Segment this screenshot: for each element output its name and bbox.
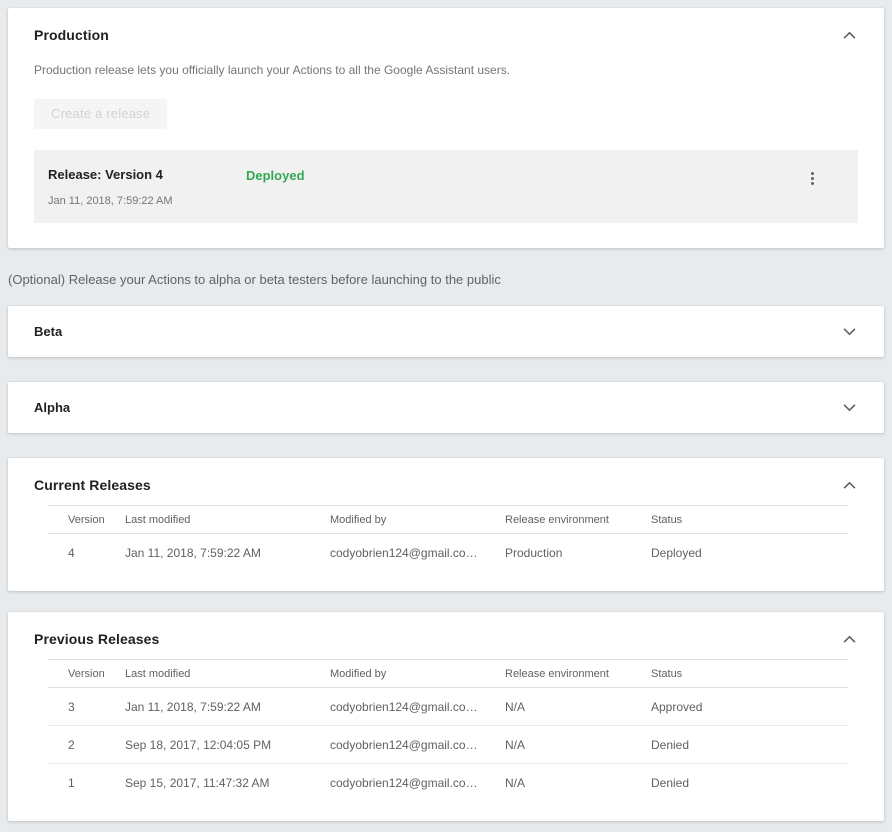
production-description: Production release lets you officially l… <box>34 63 858 77</box>
current-releases-title: Current Releases <box>34 477 151 493</box>
chevron-down-icon <box>843 403 856 412</box>
alpha-expand-button[interactable] <box>841 401 858 414</box>
table-header-row: Version Last modified Modified by Releas… <box>48 659 848 688</box>
column-header-modified-by: Modified by <box>330 514 505 526</box>
column-header-last-modified: Last modified <box>125 514 330 526</box>
table-cell: Sep 15, 2017, 11:47:32 AM <box>125 776 330 790</box>
table-row: 2Sep 18, 2017, 12:04:05 PMcodyobrien124@… <box>48 726 848 764</box>
optional-note: (Optional) Release your Actions to alpha… <box>8 272 884 287</box>
table-cell: codyobrien124@gmail.co… <box>330 738 505 752</box>
table-cell: Jan 11, 2018, 7:59:22 AM <box>125 546 330 560</box>
current-releases-header: Current Releases <box>34 477 858 493</box>
alpha-card[interactable]: Alpha <box>8 382 884 433</box>
column-header-release-environment: Release environment <box>505 514 651 526</box>
previous-releases-title: Previous Releases <box>34 631 159 647</box>
beta-title: Beta <box>34 324 62 339</box>
table-cell: Approved <box>651 700 848 714</box>
table-cell: 2 <box>48 738 125 752</box>
table-body: 3Jan 11, 2018, 7:59:22 AMcodyobrien124@g… <box>48 688 848 802</box>
table-cell: Sep 18, 2017, 12:04:05 PM <box>125 738 330 752</box>
production-release-row: Release: Version 4 Jan 11, 2018, 7:59:22… <box>34 150 858 223</box>
release-name: Release: Version 4 <box>48 167 246 182</box>
chevron-down-icon <box>843 327 856 336</box>
table-cell: Production <box>505 546 651 560</box>
table-row: 3Jan 11, 2018, 7:59:22 AMcodyobrien124@g… <box>48 688 848 726</box>
production-card: Production Production release lets you o… <box>8 8 884 248</box>
previous-releases-table: Version Last modified Modified by Releas… <box>48 659 848 802</box>
chevron-up-icon <box>843 481 856 490</box>
column-header-last-modified: Last modified <box>125 668 330 680</box>
beta-card[interactable]: Beta <box>8 306 884 357</box>
beta-expand-button[interactable] <box>841 325 858 338</box>
more-options-icon <box>811 172 814 185</box>
table-row: 4Jan 11, 2018, 7:59:22 AMcodyobrien124@g… <box>48 534 848 572</box>
column-header-status: Status <box>651 514 848 526</box>
table-cell: Denied <box>651 738 848 752</box>
production-collapse-button[interactable] <box>841 29 858 42</box>
column-header-version: Version <box>48 668 125 680</box>
table-cell: Denied <box>651 776 848 790</box>
current-releases-collapse-button[interactable] <box>841 479 858 492</box>
current-releases-table: Version Last modified Modified by Releas… <box>48 505 848 572</box>
production-card-header: Production <box>34 27 858 43</box>
table-cell: N/A <box>505 738 651 752</box>
column-header-version: Version <box>48 514 125 526</box>
chevron-up-icon <box>843 635 856 644</box>
release-more-options-button[interactable] <box>807 168 818 189</box>
previous-releases-collapse-button[interactable] <box>841 633 858 646</box>
column-header-release-environment: Release environment <box>505 668 651 680</box>
release-info: Release: Version 4 Jan 11, 2018, 7:59:22… <box>48 167 246 207</box>
table-cell: N/A <box>505 776 651 790</box>
column-header-status: Status <box>651 668 848 680</box>
table-cell: N/A <box>505 700 651 714</box>
alpha-title: Alpha <box>34 400 70 415</box>
production-title: Production <box>34 27 109 43</box>
release-date: Jan 11, 2018, 7:59:22 AM <box>48 195 246 207</box>
table-row: 1Sep 15, 2017, 11:47:32 AMcodyobrien124@… <box>48 764 848 802</box>
table-cell: codyobrien124@gmail.co… <box>330 546 505 560</box>
previous-releases-card: Previous Releases Version Last modified … <box>8 612 884 821</box>
table-header-row: Version Last modified Modified by Releas… <box>48 505 848 534</box>
table-cell: 3 <box>48 700 125 714</box>
table-cell: codyobrien124@gmail.co… <box>330 776 505 790</box>
create-release-button[interactable]: Create a release <box>34 99 167 129</box>
current-releases-card: Current Releases Version Last modified M… <box>8 458 884 591</box>
previous-releases-header: Previous Releases <box>34 631 858 647</box>
chevron-up-icon <box>843 31 856 40</box>
table-cell: 4 <box>48 546 125 560</box>
table-cell: Deployed <box>651 546 848 560</box>
table-body: 4Jan 11, 2018, 7:59:22 AMcodyobrien124@g… <box>48 534 848 572</box>
table-cell: 1 <box>48 776 125 790</box>
column-header-modified-by: Modified by <box>330 668 505 680</box>
release-status: Deployed <box>246 168 305 183</box>
table-cell: Jan 11, 2018, 7:59:22 AM <box>125 700 330 714</box>
release-page: Production Production release lets you o… <box>0 0 892 832</box>
table-cell: codyobrien124@gmail.co… <box>330 700 505 714</box>
